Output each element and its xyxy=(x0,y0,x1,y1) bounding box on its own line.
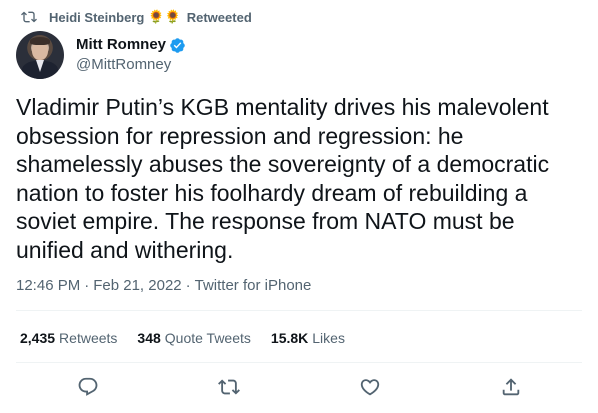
quote-tweets-label: Quote Tweets xyxy=(164,330,251,346)
retweeted-label: Retweeted xyxy=(186,9,252,25)
retweet-icon[interactable] xyxy=(218,376,240,398)
author-handle[interactable]: @MittRomney xyxy=(76,55,186,75)
avatar[interactable] xyxy=(16,31,64,79)
likes-count: 15.8K xyxy=(270,330,309,346)
retweet-context: Heidi Steinberg 🌻🌻 Retweeted xyxy=(21,8,252,26)
tweet-text: Vladimir Putin’s KGB mentality drives hi… xyxy=(16,94,550,263)
retweet-icon xyxy=(21,9,37,25)
reply-icon[interactable] xyxy=(77,376,99,398)
tweet-meta: 12:46 PM · Feb 21, 2022 · Twitter for iP… xyxy=(16,277,311,294)
tweet-author-header: Mitt Romney @MittRomney xyxy=(16,31,186,79)
retweeter-name[interactable]: Heidi Steinberg xyxy=(49,10,144,25)
verified-badge-icon xyxy=(169,37,186,54)
retweets-label: Retweets xyxy=(59,330,118,346)
divider xyxy=(16,362,582,363)
retweets-stat[interactable]: 2,435 Retweets xyxy=(20,330,117,346)
meta-separator: · xyxy=(84,277,90,294)
retweets-count: 2,435 xyxy=(20,330,56,346)
author-identity: Mitt Romney @MittRomney xyxy=(76,35,186,75)
tweet-time[interactable]: 12:46 PM xyxy=(16,277,80,294)
retweeter-emoji: 🌻🌻 xyxy=(148,9,181,24)
divider xyxy=(16,310,582,311)
author-display-name[interactable]: Mitt Romney xyxy=(76,35,166,55)
like-icon[interactable] xyxy=(359,376,381,398)
likes-label: Likes xyxy=(312,330,345,346)
quote-tweets-stat[interactable]: 348 Quote Tweets xyxy=(137,330,251,346)
tweet-date[interactable]: Feb 21, 2022 xyxy=(93,277,181,294)
share-icon[interactable] xyxy=(500,376,522,398)
likes-stat[interactable]: 15.8K Likes xyxy=(271,330,345,346)
tweet-action-bar xyxy=(0,376,598,400)
meta-separator: · xyxy=(185,277,191,294)
tweet-source[interactable]: Twitter for iPhone xyxy=(195,277,312,294)
display-name-row[interactable]: Mitt Romney xyxy=(76,35,186,55)
quote-tweets-count: 348 xyxy=(137,330,161,346)
tweet-stats: 2,435 Retweets 348 Quote Tweets 15.8K Li… xyxy=(20,330,365,346)
